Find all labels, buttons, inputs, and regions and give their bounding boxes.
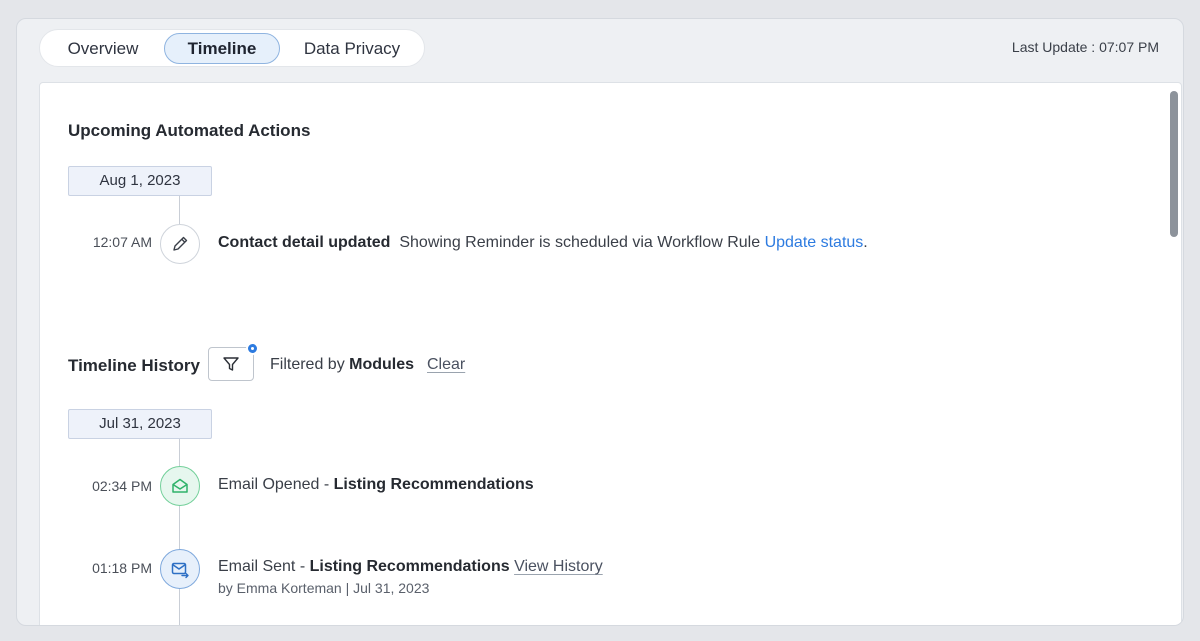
update-status-link[interactable]: Update status — [765, 234, 864, 251]
event-time: 01:18 PM — [92, 560, 152, 576]
filter-active-indicator — [246, 342, 259, 355]
upcoming-section-title: Upcoming Automated Actions — [68, 121, 311, 140]
vertical-scrollbar[interactable] — [1170, 91, 1178, 237]
tab-bar: Overview Timeline Data Privacy — [39, 29, 425, 67]
tab-timeline[interactable]: Timeline — [164, 33, 280, 64]
upcoming-event-text: Contact detail updated Showing Reminder … — [218, 234, 868, 252]
event-icon-wrap — [160, 549, 200, 589]
history-date-label: Jul 31, 2023 — [68, 409, 212, 439]
event-description: Showing Reminder is scheduled via Workfl… — [399, 234, 761, 251]
filter-status: Filtered by Modules — [270, 356, 414, 374]
email-opened-icon — [172, 478, 188, 493]
clear-filter-link[interactable]: Clear — [427, 356, 465, 374]
email-sent-icon — [171, 562, 189, 579]
event-icon-wrap — [160, 224, 200, 264]
email-sent-event: Email Sent - Listing Recommendations Vie… — [218, 558, 603, 576]
filter-icon — [223, 357, 239, 371]
event-separator: - — [319, 476, 334, 493]
last-update-text: Last Update : 07:07 PM — [1011, 39, 1159, 55]
timeline-connector — [179, 196, 180, 224]
event-icon-wrap — [160, 466, 200, 506]
event-subject: Listing Recommendations — [309, 558, 510, 575]
event-title: Contact detail updated — [218, 234, 391, 251]
event-byline: by Emma Korteman | Jul 31, 2023 — [218, 580, 430, 596]
upcoming-date-label: Aug 1, 2023 — [68, 166, 212, 196]
history-section-title: Timeline History — [68, 356, 200, 375]
timeline-content: Upcoming Automated Actions Aug 1, 2023 1… — [39, 82, 1182, 625]
event-suffix: . — [863, 234, 868, 251]
filter-button[interactable] — [208, 342, 259, 381]
event-subject: Listing Recommendations — [333, 476, 534, 493]
pencil-icon — [173, 236, 188, 251]
timeline-panel: Overview Timeline Data Privacy Last Upda… — [16, 18, 1184, 626]
tab-data-privacy[interactable]: Data Privacy — [286, 33, 418, 64]
event-action: Email Sent — [218, 558, 296, 575]
view-history-link[interactable]: View History — [514, 558, 603, 575]
event-separator: - — [295, 558, 310, 575]
email-opened-event: Email Opened - Listing Recommendations — [218, 476, 534, 494]
event-time: 12:07 AM — [92, 234, 152, 250]
tab-overview[interactable]: Overview — [48, 33, 158, 64]
filter-prefix: Filtered by — [270, 356, 345, 373]
filter-value: Modules — [349, 356, 415, 373]
event-time: 02:34 PM — [92, 478, 152, 494]
event-action: Email Opened — [218, 476, 320, 493]
